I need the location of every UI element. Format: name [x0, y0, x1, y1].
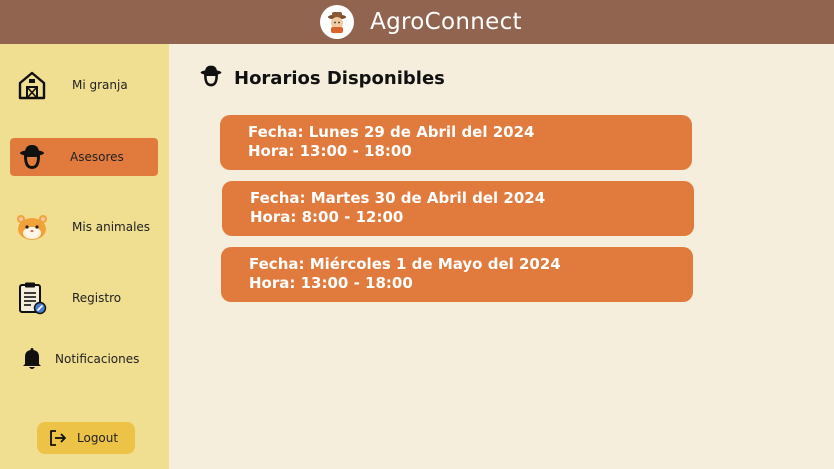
farmer-hat-icon: [16, 141, 48, 173]
page-title: Horarios Disponibles: [234, 67, 445, 89]
schedule-slot-2[interactable]: Fecha: Martes 30 de Abril del 2024 Hora:…: [222, 181, 694, 236]
page-header: Horarios Disponibles: [198, 63, 445, 93]
sidebar: Mi granja Asesores Mis animales Registro…: [0, 44, 169, 469]
sidebar-item-label: Registro: [72, 291, 122, 305]
sidebar-item-label: Asesores: [70, 150, 124, 164]
sidebar-item-label: Mi granja: [72, 78, 128, 92]
sidebar-item-registro[interactable]: Registro: [10, 279, 158, 317]
sidebar-item-mis-animales[interactable]: Mis animales: [10, 208, 158, 246]
app-logo-icon: [320, 5, 355, 39]
bell-icon: [16, 343, 48, 375]
sidebar-item-label: Notificaciones: [55, 352, 140, 366]
slot-date: Fecha: Miércoles 1 de Mayo del 2024: [249, 255, 561, 273]
brand: AgroConnect: [320, 5, 522, 39]
hamster-icon: [16, 211, 48, 243]
app-title: AgroConnect: [370, 9, 522, 35]
sidebar-item-asesores[interactable]: Asesores: [10, 138, 158, 176]
barn-icon: [16, 69, 48, 101]
slot-time: Hora: 13:00 - 18:00: [249, 274, 413, 292]
logout-icon: [49, 429, 67, 447]
sidebar-item-label: Mis animales: [72, 220, 151, 234]
slot-time: Hora: 13:00 - 18:00: [248, 142, 412, 160]
farmer-hat-icon: [198, 63, 224, 93]
top-bar: AgroConnect: [0, 0, 834, 44]
clipboard-icon: [16, 282, 48, 315]
slot-date: Fecha: Martes 30 de Abril del 2024: [250, 189, 546, 207]
schedule-slot-1[interactable]: Fecha: Lunes 29 de Abril del 2024 Hora: …: [220, 115, 692, 170]
logout-label: Logout: [77, 431, 119, 445]
schedule-slot-3[interactable]: Fecha: Miércoles 1 de Mayo del 2024 Hora…: [221, 247, 693, 302]
slot-time: Hora: 8:00 - 12:00: [250, 208, 404, 226]
sidebar-item-mi-granja[interactable]: Mi granja: [10, 66, 158, 104]
slot-date: Fecha: Lunes 29 de Abril del 2024: [248, 123, 535, 141]
sidebar-item-notificaciones[interactable]: Notificaciones: [10, 340, 158, 378]
logout-button[interactable]: Logout: [37, 422, 135, 454]
